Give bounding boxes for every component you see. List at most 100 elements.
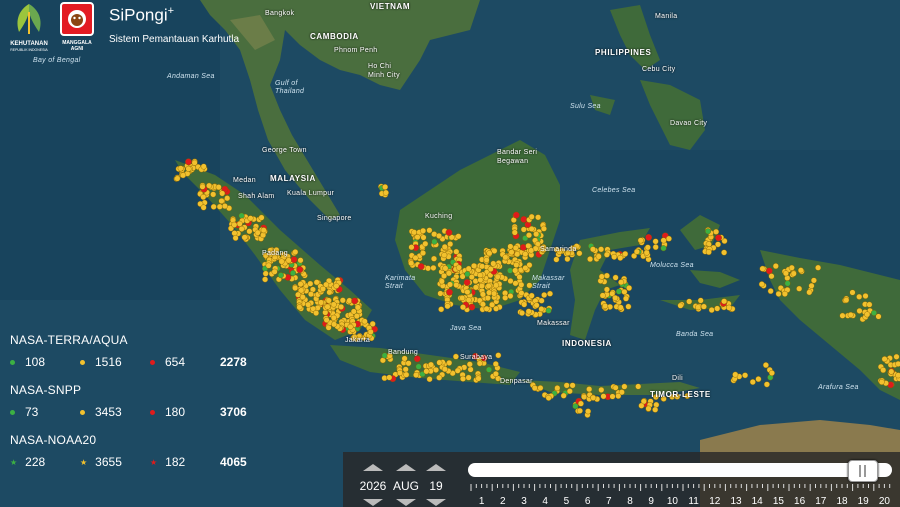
- map-label-phnom-penh: Phnom Penh: [334, 47, 378, 54]
- high-count: 654: [165, 355, 186, 369]
- fire-hotspot-marker: [468, 303, 476, 311]
- fire-hotspot-marker: [564, 256, 571, 263]
- fire-hotspot-marker: [790, 270, 797, 277]
- fire-hotspot-marker: [815, 264, 822, 271]
- fire-hotspot-marker: [862, 293, 869, 300]
- fire-hotspot-marker: [623, 295, 630, 302]
- fire-hotspot-marker: [353, 313, 360, 320]
- fire-hotspot-marker: [781, 290, 788, 297]
- fire-hotspot-marker: [531, 385, 538, 392]
- fire-hotspot-marker: [528, 247, 535, 254]
- fire-hotspot-marker: [516, 274, 523, 281]
- chevron-down-icon[interactable]: [396, 499, 416, 506]
- month-value: AUG: [392, 479, 419, 493]
- fire-hotspot-marker: [721, 298, 728, 305]
- fire-hotspot-marker: [742, 372, 749, 379]
- fire-hotspot-marker: [502, 294, 509, 301]
- fire-hotspot-marker: [441, 243, 448, 250]
- date-slider-thumb[interactable]: [848, 460, 879, 482]
- fire-hotspot-marker: [581, 393, 588, 400]
- fire-hotspot-marker: [880, 367, 887, 374]
- map-label-molucca: Molucca Sea: [650, 262, 694, 269]
- fire-hotspot-marker: [576, 407, 583, 414]
- fire-hotspot-marker: [290, 270, 297, 277]
- map-label-davao: Davao City: [670, 120, 708, 127]
- fire-hotspot-marker: [290, 256, 298, 263]
- day-value: 19: [429, 479, 443, 493]
- fire-hotspot-marker: [479, 301, 486, 308]
- stats-group: NASA-TERRA/AQUA 108 1516 654 2278: [10, 333, 260, 369]
- high-dot-icon: [150, 409, 155, 415]
- month-spinner[interactable]: AUG: [389, 452, 423, 507]
- slider-tick-label: 10: [667, 496, 679, 507]
- fire-hotspot-marker: [782, 270, 789, 277]
- fire-hotspot-marker: [338, 303, 345, 310]
- date-slider-track[interactable]: [468, 463, 892, 477]
- chevron-up-icon[interactable]: [396, 464, 416, 471]
- fire-hotspot-marker: [714, 305, 721, 312]
- fire-hotspot-marker: [644, 244, 651, 251]
- fire-hotspot-marker: [277, 272, 284, 279]
- fire-hotspot-marker: [232, 234, 239, 241]
- fire-hotspot-marker: [491, 247, 498, 254]
- fire-hotspot-marker: [547, 290, 554, 297]
- fire-hotspot-marker: [881, 356, 888, 363]
- fire-hotspot-marker: [367, 328, 374, 335]
- fire-hotspot-marker: [586, 386, 593, 393]
- chevron-down-icon[interactable]: [426, 499, 446, 506]
- day-spinner[interactable]: 19: [419, 452, 453, 507]
- map-label-vietnam: VIETNAM: [370, 2, 411, 11]
- fire-hotspot-marker: [705, 249, 712, 256]
- fire-hotspot-marker: [326, 289, 333, 296]
- fire-hotspot-marker: [645, 405, 652, 412]
- fire-hotspot-marker: [174, 175, 181, 182]
- fire-hotspot-marker: [308, 291, 315, 298]
- fire-hotspot-marker: [485, 282, 492, 289]
- app-subtitle: Sistem Pemantauan Karhutla: [109, 34, 240, 45]
- map-label-java-sea: Java Sea: [450, 325, 482, 332]
- chevron-down-icon[interactable]: [363, 499, 383, 506]
- fire-hotspot-marker: [476, 360, 483, 367]
- slider-tick-label: 15: [773, 496, 785, 507]
- fire-hotspot-marker: [413, 355, 421, 363]
- fire-hotspot-marker: [431, 255, 438, 262]
- fire-hotspot-marker: [218, 197, 225, 204]
- chevron-up-icon[interactable]: [426, 464, 446, 471]
- fire-hotspot-marker: [545, 307, 552, 314]
- fire-hotspot-marker: [185, 158, 192, 166]
- fire-hotspot-marker: [307, 280, 314, 287]
- fire-hotspot-marker: [459, 295, 466, 302]
- map-label-makassar-strait: Makassar Strait: [532, 275, 565, 290]
- fire-hotspot-marker: [441, 366, 448, 373]
- fire-hotspot-marker: [417, 263, 425, 270]
- fire-hotspot-marker: [325, 324, 332, 331]
- fire-hotspot-marker: [265, 262, 272, 269]
- fire-hotspot-marker: [541, 292, 548, 299]
- medium-dot-icon: [80, 359, 85, 365]
- fire-hotspot-marker: [438, 306, 445, 313]
- fire-hotspot-marker: [615, 288, 622, 295]
- fire-hotspot-marker: [808, 282, 815, 289]
- fire-hotspot-marker: [420, 234, 427, 241]
- year-spinner[interactable]: 2026: [356, 452, 390, 507]
- map-label-banda: Banda Sea: [676, 331, 714, 338]
- fire-hotspot-marker: [216, 203, 223, 210]
- map-label-makassar: Makassar: [537, 320, 570, 327]
- fire-hotspot-marker: [405, 360, 412, 367]
- slider-tick-label: 2: [500, 496, 506, 507]
- high-count: 182: [165, 455, 186, 469]
- fire-hotspot-marker: [354, 304, 361, 311]
- fire-hotspot-marker: [598, 386, 605, 393]
- fire-hotspot-marker: [411, 229, 418, 236]
- fire-hotspot-marker: [483, 257, 490, 264]
- fire-hotspot-marker: [560, 392, 567, 399]
- chevron-up-icon[interactable]: [363, 464, 383, 471]
- fire-hotspot-marker: [466, 361, 473, 368]
- logo1-subtext: REPUBLIK INDONESIA: [10, 48, 48, 52]
- fire-hotspot-marker: [483, 305, 490, 312]
- date-slider-ticks: 1 2 3 4 5 6 7 8 9 10 11 12 13 14 15 16 17 18 19 20: [470, 484, 890, 507]
- fire-hotspot-marker: [755, 376, 762, 383]
- map-label-andaman: Andaman Sea: [167, 73, 215, 80]
- fire-hotspot-marker: [772, 263, 779, 270]
- logo2-text: MANGGALA AGNI: [62, 40, 92, 52]
